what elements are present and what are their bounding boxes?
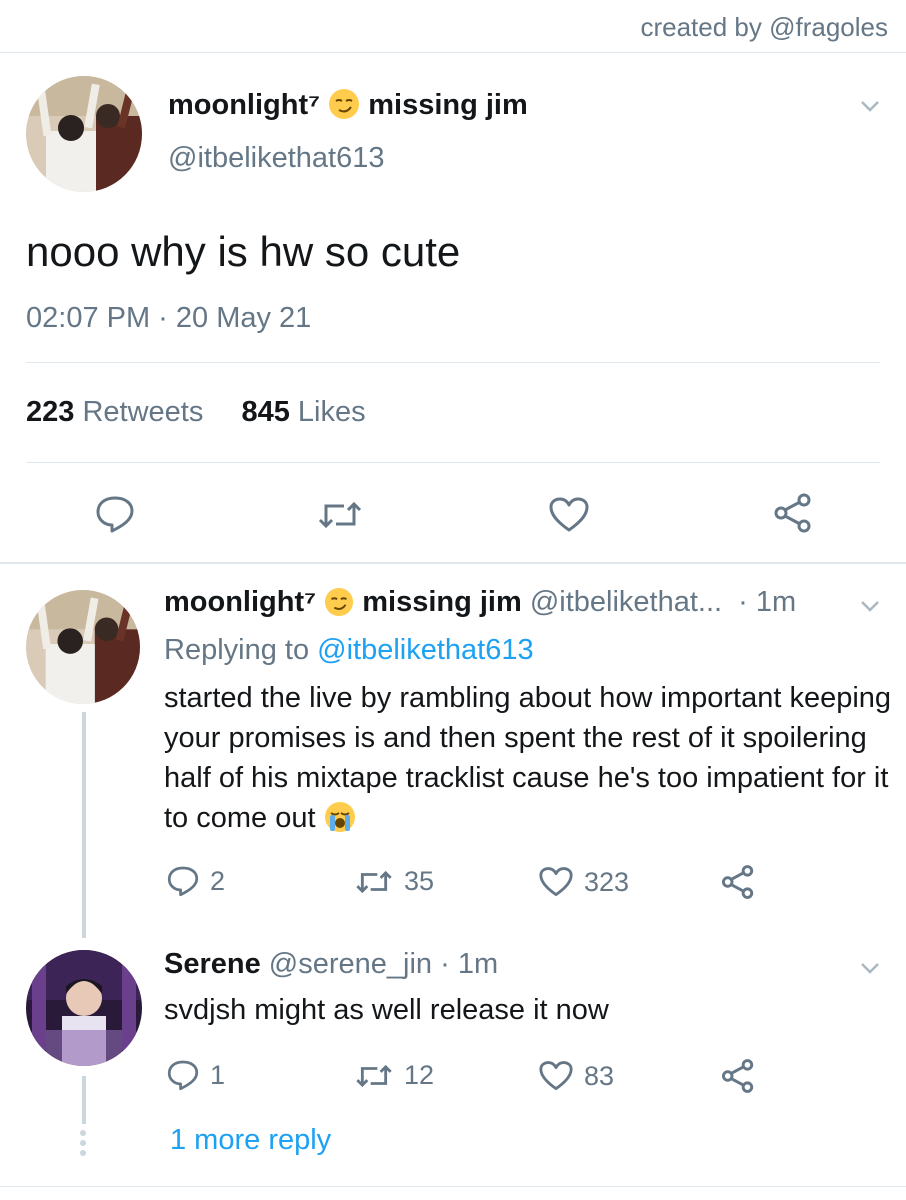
replying-to-link[interactable]: @itbelikethat613 (317, 634, 533, 666)
credit-text: created by @fragoles (640, 12, 888, 42)
retweet-count: 35 (404, 866, 435, 896)
bottom-divider (0, 1186, 906, 1187)
heart-icon (549, 497, 589, 532)
reply-count: 2 (210, 865, 226, 896)
like-button[interactable] (548, 496, 590, 534)
tweet-stats: 223 Retweets 845 Likes (26, 396, 366, 429)
reply-time: · 1m (738, 586, 797, 618)
heart-icon (539, 1061, 573, 1091)
avatar[interactable] (26, 590, 140, 704)
heart-icon (539, 867, 573, 897)
reply-icon (167, 866, 199, 897)
replying-to: Replying to @itbelikethat613 (164, 634, 534, 667)
reply-author-handle: @itbelikethat... (529, 586, 723, 618)
thread-line (82, 712, 86, 938)
share-icon (721, 865, 754, 899)
more-replies-link[interactable]: 1 more reply (170, 1124, 331, 1157)
retweet-button[interactable]: 35 (354, 866, 434, 897)
retweet-button[interactable] (316, 498, 364, 532)
share-button[interactable] (772, 492, 814, 534)
author-name-suffix: missing jim (368, 89, 528, 121)
likes-stat[interactable]: 845 Likes (241, 396, 365, 428)
divider (26, 462, 880, 463)
reply-button[interactable]: 2 (166, 864, 225, 898)
retweets-label: Retweets (82, 396, 204, 428)
like-button[interactable]: 323 (538, 866, 629, 898)
smirk-face-icon (324, 587, 354, 625)
share-icon (774, 493, 811, 533)
retweet-button[interactable]: 12 (354, 1060, 434, 1091)
section-divider (0, 562, 906, 564)
retweets-count: 223 (26, 396, 75, 428)
thread-dots (80, 1130, 86, 1160)
reply-text-content: started the live by rambling about how i… (164, 682, 892, 834)
reply-icon (96, 496, 134, 533)
chevron-down-icon[interactable] (860, 596, 880, 616)
share-button[interactable] (720, 1058, 756, 1094)
reply-text: svdjsh might as well release it now (164, 994, 609, 1026)
reply-button[interactable]: 1 (166, 1058, 225, 1092)
retweet-icon (356, 1064, 392, 1087)
reply-time: · 1m (440, 948, 499, 980)
like-count: 323 (584, 866, 630, 897)
reply-header[interactable]: Serene @serene_jin · 1m (164, 948, 498, 981)
retweet-icon (356, 870, 392, 893)
reply-count: 1 (210, 1059, 226, 1090)
author-display-name: moonlight⁷ (168, 89, 321, 121)
reply-author-name-suffix: missing jim (362, 586, 522, 618)
chevron-down-icon[interactable] (860, 96, 880, 116)
top-divider (0, 52, 906, 53)
divider (26, 362, 880, 363)
retweet-count: 12 (404, 1060, 435, 1090)
author-handle[interactable]: @itbelikethat613 (168, 142, 384, 175)
replying-to-label: Replying to (164, 634, 310, 666)
chevron-down-icon[interactable] (860, 958, 880, 978)
reply-button[interactable] (94, 494, 136, 534)
reply-author-name: Serene (164, 948, 261, 980)
tweet-timestamp[interactable]: 02:07 PM · 20 May 21 (26, 302, 311, 335)
reply-header[interactable]: moonlight⁷ missing jim @itbelikethat... … (164, 586, 796, 625)
reply-author-handle: @serene_jin (268, 948, 433, 980)
author-name[interactable]: moonlight⁷ missing jim (168, 88, 528, 128)
loudly-crying-face-icon (324, 801, 356, 844)
retweets-stat[interactable]: 223 Retweets (26, 396, 203, 428)
like-count: 83 (584, 1060, 615, 1091)
like-button[interactable]: 83 (538, 1060, 614, 1092)
share-icon (721, 1059, 754, 1093)
smirk-face-icon (328, 88, 360, 128)
reply-icon (167, 1060, 199, 1091)
reply-text: started the live by rambling about how i… (164, 678, 894, 844)
likes-count: 845 (241, 396, 290, 428)
avatar[interactable] (26, 76, 142, 192)
reply-author-name: moonlight⁷ (164, 586, 317, 618)
share-button[interactable] (720, 864, 756, 900)
likes-label: Likes (297, 396, 366, 428)
avatar[interactable] (26, 950, 142, 1066)
tweet-text: nooo why is hw so cute (26, 228, 461, 275)
thread-line (82, 1076, 86, 1124)
retweet-icon (318, 501, 362, 529)
